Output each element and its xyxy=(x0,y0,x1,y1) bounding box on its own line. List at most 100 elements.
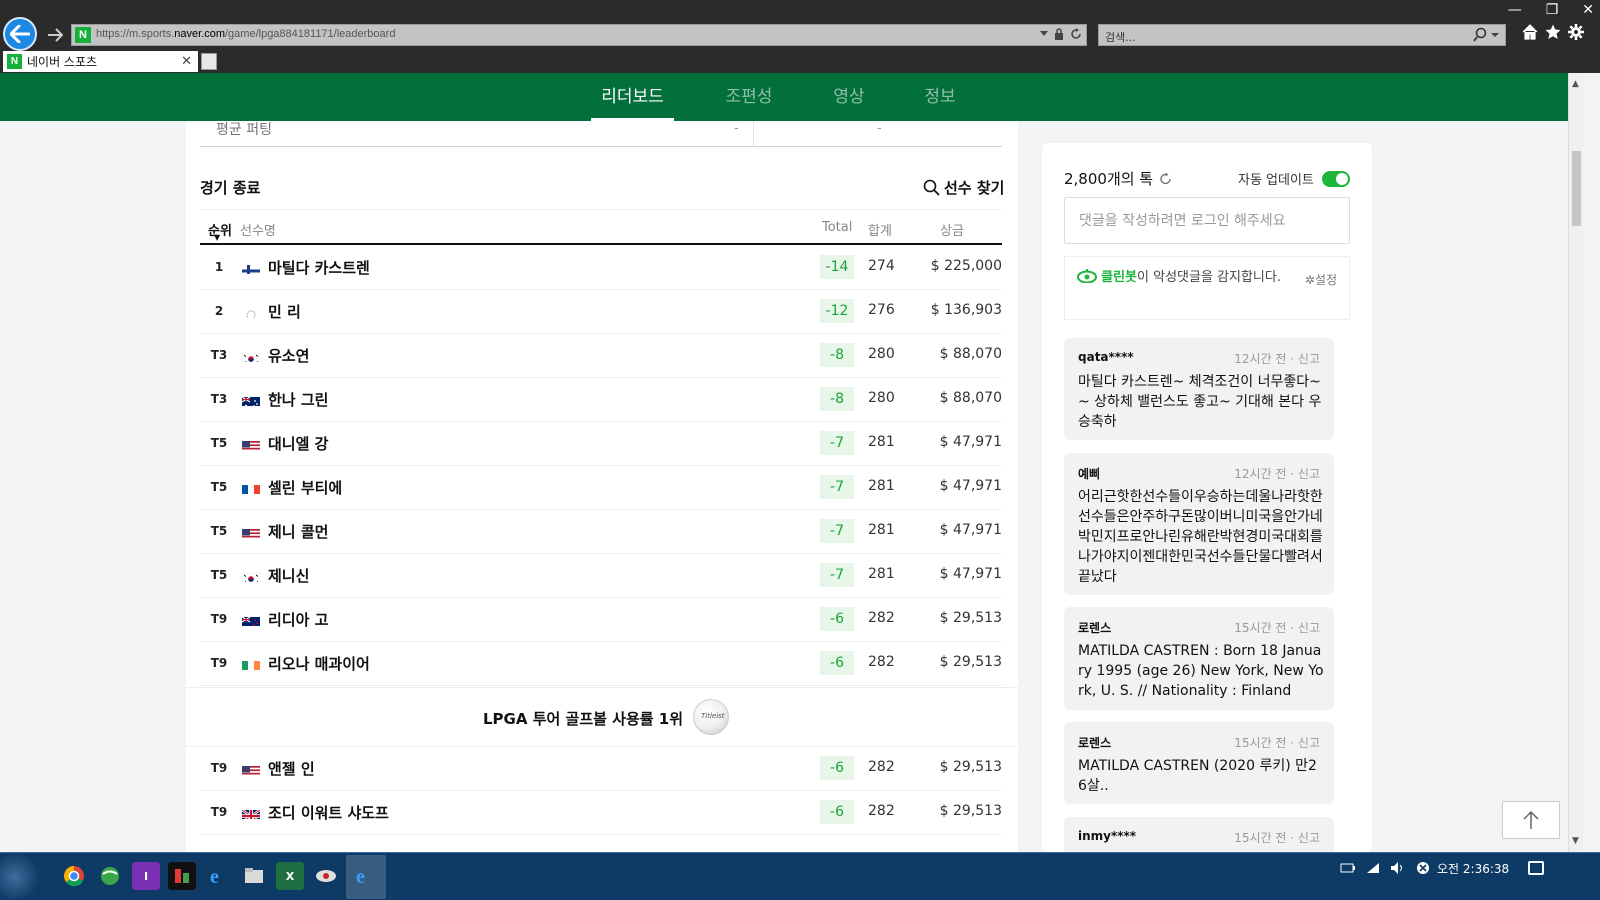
comment-body: 어리근핫한선수들이우승하는데울나라핫한선수들은안주하구돈많이버니미국을안가네박민… xyxy=(1078,489,1323,585)
arrow-left-icon xyxy=(10,25,30,43)
url-text[interactable]: https://m.sports.naver.com/game/lpga8841… xyxy=(96,28,395,40)
internet-explorer-icon[interactable]: e xyxy=(350,862,378,890)
lock-icon[interactable] xyxy=(1054,28,1064,40)
table-row[interactable]: T9 리디아 고 -6 282 $ 29,513 xyxy=(200,598,1002,642)
tab-title: 네이버 스포츠 xyxy=(27,55,98,69)
auto-update-toggle[interactable] xyxy=(1321,170,1350,187)
stock-app-icon[interactable] xyxy=(168,862,196,890)
tab-video[interactable]: 영상 xyxy=(824,73,874,121)
cleanbot-settings-button[interactable]: ✲설정 xyxy=(1305,271,1337,288)
comment-meta[interactable]: 12시간 전 · 신고 xyxy=(1234,350,1320,367)
table-row[interactable]: T3 한나 그린 -8 280 $ 88,070 xyxy=(200,378,1002,422)
table-row[interactable]: 2 민 리 -12 276 $ 136,903 xyxy=(200,290,1002,334)
table-row[interactable]: 1 마틸다 카스트렌 -14 274 $ 225,000 xyxy=(200,246,1002,290)
app-icon[interactable] xyxy=(312,862,340,890)
comment-meta[interactable]: 15시간 전 · 신고 xyxy=(1234,734,1320,751)
table-row[interactable]: T9 리오나 매과이어 -6 282 $ 29,513 xyxy=(200,642,1002,686)
tab-pairings[interactable]: 조편성 xyxy=(716,73,782,121)
player-total: 281 xyxy=(868,522,895,538)
comment-meta[interactable]: 12시간 전 · 신고 xyxy=(1234,465,1320,482)
scroll-to-top-button[interactable] xyxy=(1502,801,1560,839)
refresh-icon[interactable] xyxy=(1159,172,1173,186)
refresh-icon[interactable] xyxy=(1070,28,1082,40)
player-name[interactable]: 한나 그린 xyxy=(268,389,328,410)
player-name[interactable]: 대니엘 강 xyxy=(268,433,328,454)
taskbar: I e X e 오전 2:36:38 xyxy=(0,852,1600,900)
table-row[interactable]: T3 유소연 -8 280 $ 88,070 xyxy=(200,334,1002,378)
chrome-icon[interactable] xyxy=(60,862,88,890)
browser-search-box[interactable]: 검색... xyxy=(1098,24,1506,46)
tab-leaderboard[interactable]: 리더보드 xyxy=(591,73,674,121)
address-bar[interactable]: N https://m.sports.naver.com/game/lpga88… xyxy=(71,24,1087,46)
tab-close-icon[interactable]: ✕ xyxy=(181,54,192,69)
player-name[interactable]: 리디아 고 xyxy=(268,609,328,630)
volume-icon[interactable] xyxy=(1390,861,1406,875)
table-row[interactable]: T9 앤젤 인 -6 282 $ 29,513 xyxy=(200,747,1002,791)
player-name[interactable]: 조디 이워트 샤도프 xyxy=(268,802,389,823)
comment-meta[interactable]: 15시간 전 · 신고 xyxy=(1234,619,1320,636)
comment-author[interactable]: qata**** xyxy=(1078,350,1134,364)
table-row[interactable]: T9 조디 이워트 샤도프 -6 282 $ 29,513 xyxy=(200,791,1002,835)
comment-author[interactable]: 로렌스 xyxy=(1078,619,1111,636)
restore-icon[interactable]: ❐ xyxy=(1546,2,1559,18)
close-icon[interactable]: ✕ xyxy=(1582,2,1594,18)
stat-value: - xyxy=(734,121,739,136)
player-name[interactable]: 마틸다 카스트렌 xyxy=(268,257,370,278)
player-rank: T9 xyxy=(210,761,228,775)
start-button[interactable] xyxy=(0,853,40,900)
table-row[interactable]: T5 셀린 부티에 -7 281 $ 47,971 xyxy=(200,466,1002,510)
minimize-icon[interactable]: — xyxy=(1508,2,1522,18)
notification-icon[interactable] xyxy=(1528,861,1544,875)
internet-explorer-icon[interactable]: e xyxy=(204,862,232,890)
player-name[interactable]: 셀린 부티에 xyxy=(268,477,342,498)
scroll-up-icon[interactable]: ▲ xyxy=(1572,79,1579,89)
uk-flag-icon xyxy=(242,807,260,819)
find-player-button[interactable]: 선수 찾기 xyxy=(923,177,1004,198)
dropdown-icon[interactable] xyxy=(1040,31,1048,37)
home-icon[interactable] xyxy=(1522,24,1538,40)
search-icon[interactable] xyxy=(1473,27,1499,43)
page-scrollbar[interactable]: ▲ ▼ xyxy=(1568,73,1583,852)
taskbar-clock[interactable]: 오전 2:36:38 xyxy=(1437,860,1509,877)
auto-update-label: 자동 업데이트 xyxy=(1238,173,1314,188)
globe-app-icon[interactable] xyxy=(96,862,124,890)
sort-caret-icon: ▼ xyxy=(214,233,221,242)
france-flag-icon xyxy=(242,482,260,494)
player-rank: T9 xyxy=(210,656,228,670)
back-button[interactable] xyxy=(3,17,37,51)
file-explorer-icon[interactable] xyxy=(240,862,268,890)
table-row[interactable]: T5 제니신 -7 281 $ 47,971 xyxy=(200,554,1002,598)
no-network-icon[interactable] xyxy=(1415,861,1431,875)
comment-author[interactable]: 예삐 xyxy=(1078,465,1100,482)
player-score: -6 xyxy=(820,800,854,824)
comment-meta[interactable]: 15시간 전 · 신고 xyxy=(1234,829,1320,846)
new-tab-button[interactable] xyxy=(201,53,217,70)
scroll-down-icon[interactable]: ▼ xyxy=(1572,836,1579,846)
table-row[interactable]: T5 제니 콜먼 -7 281 $ 47,971 xyxy=(200,510,1002,554)
player-name[interactable]: 리오나 매과이어 xyxy=(268,653,370,674)
battery-icon[interactable] xyxy=(1340,861,1356,875)
player-name[interactable]: 제니신 xyxy=(268,565,309,586)
ad-banner[interactable]: LPGA 투어 골프볼 사용률 1위 Titleist xyxy=(186,687,1018,747)
excel-icon[interactable]: X xyxy=(276,862,304,890)
player-name[interactable]: 앤젤 인 xyxy=(268,758,315,779)
player-total: 276 xyxy=(868,302,895,318)
gear-icon[interactable] xyxy=(1568,24,1584,40)
favorites-star-icon[interactable] xyxy=(1545,24,1561,40)
comment-author[interactable]: 로렌스 xyxy=(1078,734,1111,751)
purple-app-icon[interactable]: I xyxy=(132,862,160,890)
comment-input[interactable] xyxy=(1064,197,1350,244)
wifi-icon[interactable] xyxy=(1365,861,1381,875)
player-name[interactable]: 제니 콜먼 xyxy=(268,521,328,542)
golf-ball-image: Titleist xyxy=(693,699,729,735)
player-total: 282 xyxy=(868,803,895,819)
player-name[interactable]: 유소연 xyxy=(268,345,309,366)
usa-flag-icon xyxy=(242,763,260,775)
forward-button[interactable] xyxy=(44,24,66,46)
table-row[interactable]: T5 대니엘 강 -7 281 $ 47,971 xyxy=(200,422,1002,466)
comment-author[interactable]: inmy**** xyxy=(1078,829,1136,843)
scrollbar-thumb[interactable] xyxy=(1572,151,1581,226)
tab-info[interactable]: 정보 xyxy=(915,73,965,121)
browser-tab[interactable]: N 네이버 스포츠 ✕ xyxy=(3,51,198,72)
player-name[interactable]: 민 리 xyxy=(268,301,301,322)
